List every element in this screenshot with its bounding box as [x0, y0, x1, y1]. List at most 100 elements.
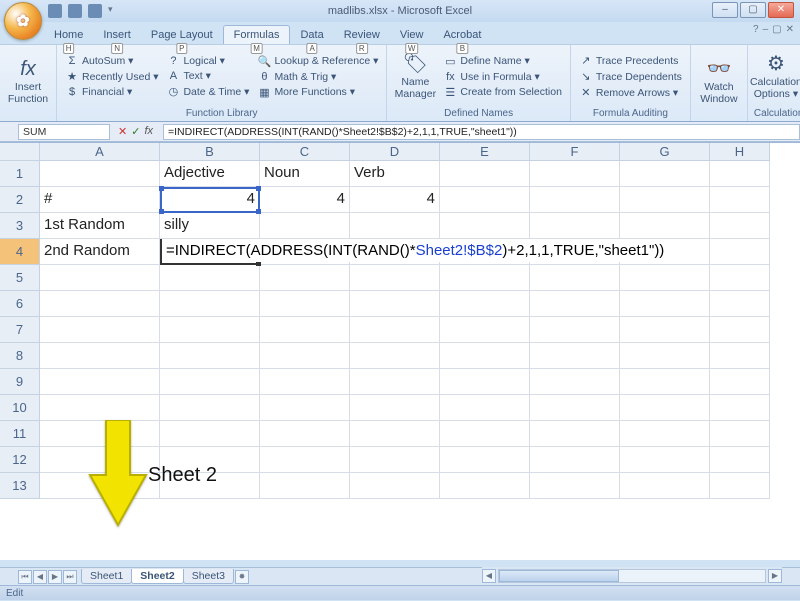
cell-G13[interactable]: [620, 473, 710, 499]
cell-G12[interactable]: [620, 447, 710, 473]
cell-C8[interactable]: [260, 343, 350, 369]
cell-H1[interactable]: [710, 161, 770, 187]
cell-D2[interactable]: 4: [350, 187, 440, 213]
cell-A5[interactable]: [40, 265, 160, 291]
cell-E3[interactable]: [440, 213, 530, 239]
datetime-button[interactable]: ◷Date & Time ▾: [164, 84, 251, 99]
cell-F5[interactable]: [530, 265, 620, 291]
trace-precedents-button[interactable]: ↗Trace Precedents: [577, 53, 684, 68]
cell-F7[interactable]: [530, 317, 620, 343]
cell-B10[interactable]: [160, 395, 260, 421]
cell-D7[interactable]: [350, 317, 440, 343]
cell-B7[interactable]: [160, 317, 260, 343]
cell-F3[interactable]: [530, 213, 620, 239]
cell-G5[interactable]: [620, 265, 710, 291]
cell-H8[interactable]: [710, 343, 770, 369]
cell-F6[interactable]: [530, 291, 620, 317]
cell-F9[interactable]: [530, 369, 620, 395]
row-header-3[interactable]: 3: [0, 213, 40, 239]
cell-C13[interactable]: [260, 473, 350, 499]
cell-F13[interactable]: [530, 473, 620, 499]
cell-G10[interactable]: [620, 395, 710, 421]
cell-D9[interactable]: [350, 369, 440, 395]
scroll-right-button[interactable]: ▶: [768, 569, 782, 583]
horizontal-scrollbar[interactable]: ◀ ▶: [482, 567, 782, 585]
cell-D3[interactable]: [350, 213, 440, 239]
cell-F12[interactable]: [530, 447, 620, 473]
cell-G9[interactable]: [620, 369, 710, 395]
cell-H2[interactable]: [710, 187, 770, 213]
cell-A6[interactable]: [40, 291, 160, 317]
row-header-9[interactable]: 9: [0, 369, 40, 395]
cell-D11[interactable]: [350, 421, 440, 447]
cell-G3[interactable]: [620, 213, 710, 239]
cell-E6[interactable]: [440, 291, 530, 317]
close-button[interactable]: ✕: [768, 2, 794, 18]
ribbon-tab-page-layout[interactable]: Page LayoutP: [141, 26, 223, 44]
col-header-H[interactable]: H: [710, 143, 770, 161]
autosum-button[interactable]: ΣAutoSum ▾: [63, 54, 160, 68]
qat-redo-icon[interactable]: [88, 4, 102, 18]
cell-A2[interactable]: #: [40, 187, 160, 213]
morefn-button[interactable]: ▦More Functions ▾: [255, 85, 380, 100]
ribbon-tab-formulas[interactable]: FormulasM: [223, 25, 291, 44]
select-all-corner[interactable]: [0, 143, 40, 161]
cell-G11[interactable]: [620, 421, 710, 447]
recently-used-button[interactable]: ★Recently Used ▾: [63, 69, 160, 84]
cell-G7[interactable]: [620, 317, 710, 343]
cell-E10[interactable]: [440, 395, 530, 421]
cell-F1[interactable]: [530, 161, 620, 187]
use-in-formula-button[interactable]: fxUse in Formula ▾: [441, 70, 564, 84]
cell-A7[interactable]: [40, 317, 160, 343]
cell-E7[interactable]: [440, 317, 530, 343]
cell-B6[interactable]: [160, 291, 260, 317]
cell-B5[interactable]: [160, 265, 260, 291]
ribbon-tab-data[interactable]: DataA: [290, 26, 333, 44]
cell-H6[interactable]: [710, 291, 770, 317]
sheet-tab-sheet3[interactable]: Sheet3: [183, 569, 234, 584]
cell-B1[interactable]: Adjective: [160, 161, 260, 187]
col-header-C[interactable]: C: [260, 143, 350, 161]
ribbon-tab-home[interactable]: HomeH: [44, 26, 93, 44]
cell-G8[interactable]: [620, 343, 710, 369]
lookup-button[interactable]: 🔍Lookup & Reference ▾: [255, 54, 380, 69]
row-header-7[interactable]: 7: [0, 317, 40, 343]
row-header-2[interactable]: 2: [0, 187, 40, 213]
cell-E8[interactable]: [440, 343, 530, 369]
cell-H10[interactable]: [710, 395, 770, 421]
trace-dependents-button[interactable]: ↘Trace Dependents: [577, 69, 684, 84]
cell-C12[interactable]: [260, 447, 350, 473]
cell-edit-overlay[interactable]: =INDIRECT(ADDRESS(INT(RAND()*Sheet2!$B$2…: [162, 239, 668, 262]
office-button[interactable]: ✿: [4, 2, 42, 40]
cell-C6[interactable]: [260, 291, 350, 317]
cell-A8[interactable]: [40, 343, 160, 369]
cell-G2[interactable]: [620, 187, 710, 213]
cell-H11[interactable]: [710, 421, 770, 447]
qat-dropdown-icon[interactable]: ▾: [108, 4, 113, 18]
cell-A4[interactable]: 2nd Random: [40, 239, 160, 265]
cell-A10[interactable]: [40, 395, 160, 421]
cell-C3[interactable]: [260, 213, 350, 239]
cell-E12[interactable]: [440, 447, 530, 473]
cell-B3[interactable]: silly: [160, 213, 260, 239]
cell-D8[interactable]: [350, 343, 440, 369]
scroll-left-button[interactable]: ◀: [482, 569, 496, 583]
cell-A1[interactable]: [40, 161, 160, 187]
ribbon-tab-acrobat[interactable]: AcrobatB: [433, 26, 491, 44]
col-header-B[interactable]: B: [160, 143, 260, 161]
col-header-E[interactable]: E: [440, 143, 530, 161]
cell-D5[interactable]: [350, 265, 440, 291]
cell-E2[interactable]: [440, 187, 530, 213]
row-header-1[interactable]: 1: [0, 161, 40, 187]
scroll-thumb[interactable]: [499, 570, 619, 582]
cancel-formula-button[interactable]: ✕: [118, 125, 127, 138]
cell-C10[interactable]: [260, 395, 350, 421]
cell-C1[interactable]: Noun: [260, 161, 350, 187]
first-sheet-button[interactable]: ⏮: [18, 570, 32, 584]
cell-C2[interactable]: 4: [260, 187, 350, 213]
fx-button[interactable]: fx: [144, 125, 153, 138]
ribbon-tab-review[interactable]: ReviewR: [334, 26, 390, 44]
cell-C9[interactable]: [260, 369, 350, 395]
new-sheet-button[interactable]: ✸: [235, 570, 249, 584]
cell-G6[interactable]: [620, 291, 710, 317]
